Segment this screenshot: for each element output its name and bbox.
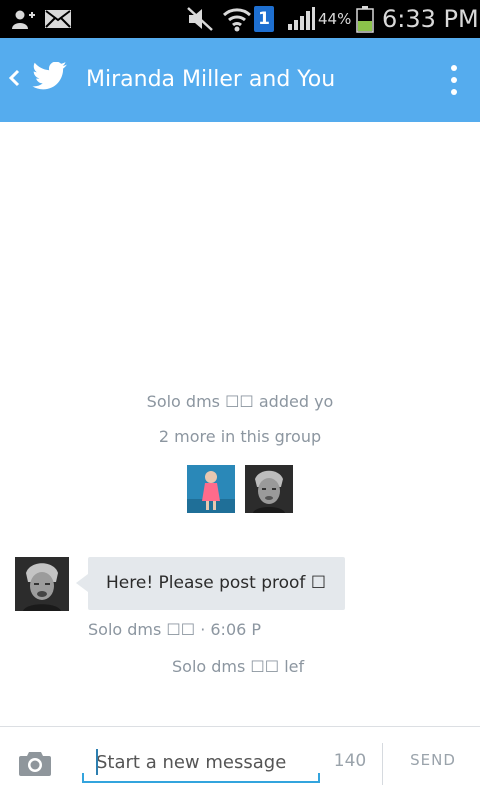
member-avatar-1[interactable] xyxy=(187,465,235,513)
status-bar: 1 44% 6:33 PM xyxy=(0,0,480,38)
battery-icon xyxy=(356,4,374,34)
message-input[interactable] xyxy=(82,743,320,783)
signal-icon xyxy=(286,4,316,34)
twitter-bird-icon[interactable] xyxy=(32,61,70,94)
text-caret xyxy=(96,749,98,775)
wifi-icon xyxy=(222,4,252,34)
clock: 6:33 PM xyxy=(382,5,479,33)
message-text: Here! Please post proof ☐ xyxy=(106,573,327,593)
overflow-menu-icon[interactable] xyxy=(440,60,468,100)
notification-badge: 1 xyxy=(254,6,274,32)
sender-avatar[interactable] xyxy=(15,557,69,611)
add-contact-icon xyxy=(12,4,36,34)
battery-percent: 44% xyxy=(318,10,352,28)
group-added-notice: Solo dms ☐☐ added yo xyxy=(146,392,334,411)
mute-icon xyxy=(186,4,214,34)
message-bubble[interactable]: Here! Please post proof ☐ xyxy=(76,557,345,610)
send-button[interactable]: SEND xyxy=(398,751,468,769)
camera-icon[interactable] xyxy=(18,749,52,777)
more-in-group-link[interactable]: 2 more in this group xyxy=(140,427,340,446)
conversation-area[interactable]: Solo dms ☐☐ added yo 2 more in this grou… xyxy=(0,122,480,726)
message-composer: 140 SEND xyxy=(0,726,480,801)
member-left-notice: Solo dms ☐☐ lef xyxy=(172,657,305,676)
mail-icon xyxy=(44,4,72,34)
conversation-title: Miranda Miller and You xyxy=(86,67,336,92)
member-avatar-2[interactable] xyxy=(245,465,293,513)
app-bar: Miranda Miller and You xyxy=(0,38,480,122)
message-meta: Solo dms ☐☐ · 6:06 P xyxy=(88,620,262,639)
back-chevron-icon[interactable] xyxy=(6,62,22,94)
character-count: 140 xyxy=(333,751,367,771)
composer-divider xyxy=(382,743,383,785)
input-edge-left xyxy=(82,773,84,783)
sim-badge-icon: 1 xyxy=(254,4,274,34)
input-edge-right xyxy=(318,773,320,783)
